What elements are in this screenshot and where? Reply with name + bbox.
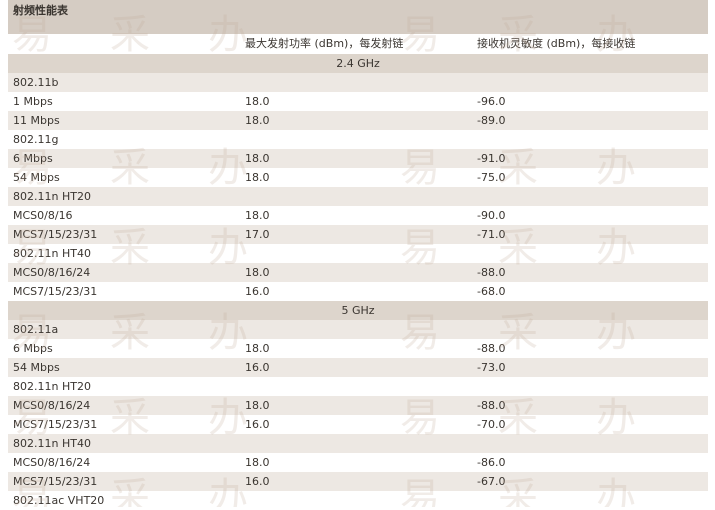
table-row: MCS7/15/23/31 16.0 -70.0	[8, 415, 708, 434]
standard-section-row: 802.11n HT20	[8, 377, 708, 396]
rx-sensitivity-value: -68.0	[477, 285, 506, 298]
tx-power-header: 最大发射功率 (dBm)，每发射链	[245, 37, 404, 50]
tx-power-value: 18.0	[245, 114, 270, 127]
standard-label: 802.11n HT40	[13, 247, 91, 260]
rate-label: MCS7/15/23/31	[13, 285, 98, 298]
rx-sensitivity-value: -88.0	[477, 399, 506, 412]
rx-sensitivity-value: -88.0	[477, 266, 506, 279]
standard-label: 802.11g	[13, 133, 59, 146]
table-row: 1 Mbps 18.0 -96.0	[8, 92, 708, 111]
rx-sensitivity-value: -88.0	[477, 342, 506, 355]
tx-power-value: 18.0	[245, 399, 270, 412]
frequency-band-row: 5 GHz	[8, 301, 708, 320]
rx-sensitivity-value: -75.0	[477, 171, 506, 184]
tx-power-value: 18.0	[245, 209, 270, 222]
table-row: MCS0/8/16/24 18.0 -88.0	[8, 396, 708, 415]
tx-power-value: 17.0	[245, 228, 270, 241]
column-header-row: 最大发射功率 (dBm)，每发射链 接收机灵敏度 (dBm)，每接收链	[8, 34, 708, 54]
rx-sensitivity-value: -90.0	[477, 209, 506, 222]
rx-sensitivity-value: -71.0	[477, 228, 506, 241]
table-row: MCS0/8/16/24 18.0 -86.0	[8, 453, 708, 472]
standard-label: 802.11a	[13, 323, 59, 336]
table-row: MCS0/8/16 18.0 -90.0	[8, 206, 708, 225]
table-title: 射频性能表	[8, 0, 708, 34]
rate-label: 54 Mbps	[13, 171, 60, 184]
tx-power-value: 16.0	[245, 285, 270, 298]
band-label: 2.4 GHz	[336, 57, 380, 70]
table-row: MCS0/8/16/24 18.0 -88.0	[8, 263, 708, 282]
rate-label: MCS0/8/16/24	[13, 399, 91, 412]
rx-sensitivity-value: -70.0	[477, 418, 506, 431]
rate-label: MCS0/8/16/24	[13, 266, 91, 279]
rx-sensitivity-header: 接收机灵敏度 (dBm)，每接收链	[477, 37, 636, 50]
table-row: MCS7/15/23/31 16.0 -68.0	[8, 282, 708, 301]
tx-power-value: 18.0	[245, 456, 270, 469]
tx-power-value: 18.0	[245, 152, 270, 165]
table-row: 54 Mbps 16.0 -73.0	[8, 358, 708, 377]
standard-label: 802.11n HT40	[13, 437, 91, 450]
rate-label: MCS7/15/23/31	[13, 418, 98, 431]
tx-power-value: 18.0	[245, 342, 270, 355]
rate-label: 6 Mbps	[13, 152, 53, 165]
tx-power-value: 18.0	[245, 266, 270, 279]
rate-label: 11 Mbps	[13, 114, 60, 127]
standard-section-row: 802.11a	[8, 320, 708, 339]
standard-section-row: 802.11n HT40	[8, 244, 708, 263]
tx-power-value: 18.0	[245, 95, 270, 108]
rx-sensitivity-value: -67.0	[477, 475, 506, 488]
standard-section-row: 802.11n HT20	[8, 187, 708, 206]
tx-power-value: 16.0	[245, 418, 270, 431]
standard-section-row: 802.11b	[8, 73, 708, 92]
rate-label: MCS7/15/23/31	[13, 475, 98, 488]
table-body: 2.4 GHz 802.11b 1 Mbps 18.0 -96.0 11 Mbps 18.0…	[8, 54, 708, 510]
standard-label: 802.11ac VHT20	[13, 494, 105, 507]
rate-label: MCS0/8/16/24	[13, 456, 91, 469]
table-row: 11 Mbps 18.0 -89.0	[8, 111, 708, 130]
rate-label: 54 Mbps	[13, 361, 60, 374]
rf-performance-table: 射频性能表 最大发射功率 (dBm)，每发射链 接收机灵敏度 (dBm)，每接收…	[8, 0, 708, 510]
rx-sensitivity-value: -96.0	[477, 95, 506, 108]
rx-sensitivity-value: -89.0	[477, 114, 506, 127]
band-label: 5 GHz	[341, 304, 375, 317]
table-row: 6 Mbps 18.0 -91.0	[8, 149, 708, 168]
standard-section-row: 802.11g	[8, 130, 708, 149]
table-row: MCS7/15/23/31 17.0 -71.0	[8, 225, 708, 244]
table-row: 54 Mbps 18.0 -75.0	[8, 168, 708, 187]
rx-sensitivity-value: -86.0	[477, 456, 506, 469]
tx-power-value: 16.0	[245, 475, 270, 488]
tx-power-value: 16.0	[245, 361, 270, 374]
rate-label: MCS7/15/23/31	[13, 228, 98, 241]
rate-label: 6 Mbps	[13, 342, 53, 355]
table-row: MCS7/15/23/31 16.0 -67.0	[8, 472, 708, 491]
standard-section-row: 802.11n HT40	[8, 434, 708, 453]
tx-power-value: 18.0	[245, 171, 270, 184]
table-row: 6 Mbps 18.0 -88.0	[8, 339, 708, 358]
standard-section-row: 802.11ac VHT20	[8, 491, 708, 510]
rx-sensitivity-value: -91.0	[477, 152, 506, 165]
frequency-band-row: 2.4 GHz	[8, 54, 708, 73]
rate-label: MCS0/8/16	[13, 209, 73, 222]
standard-label: 802.11n HT20	[13, 380, 91, 393]
rate-label: 1 Mbps	[13, 95, 53, 108]
standard-label: 802.11b	[13, 76, 59, 89]
rx-sensitivity-value: -73.0	[477, 361, 506, 374]
standard-label: 802.11n HT20	[13, 190, 91, 203]
